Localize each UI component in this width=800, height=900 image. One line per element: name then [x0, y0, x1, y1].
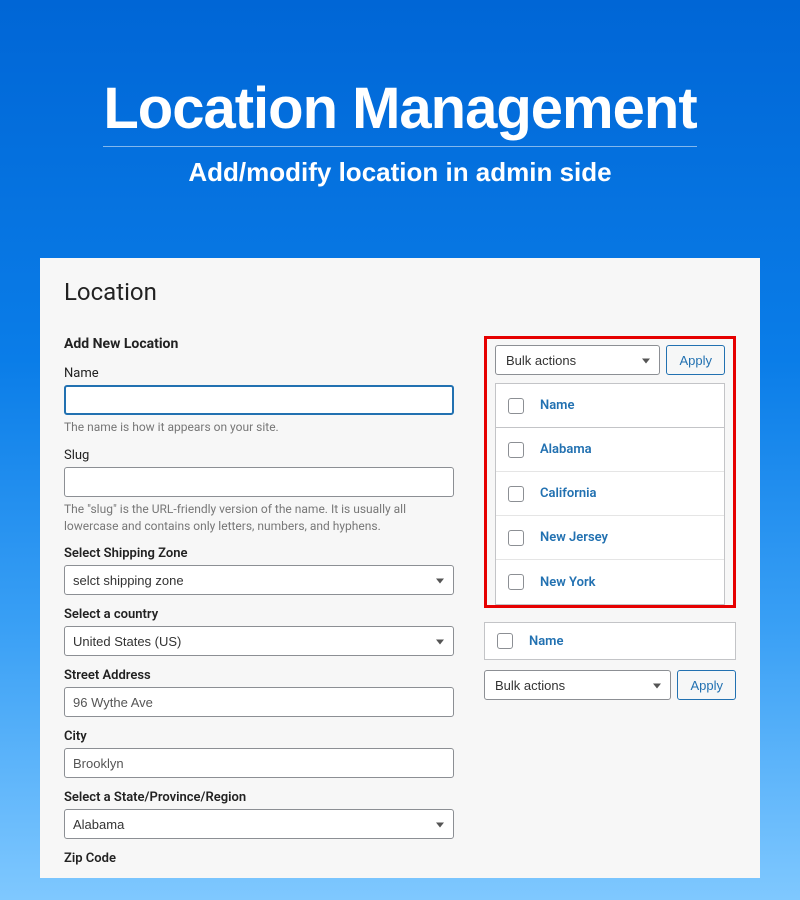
- row-name[interactable]: Alabama: [540, 442, 592, 457]
- hero-subtitle: Add/modify location in admin side: [20, 157, 780, 188]
- street-input[interactable]: [64, 687, 454, 717]
- bulk-actions-select-top[interactable]: Bulk actions: [495, 345, 660, 375]
- city-input[interactable]: [64, 748, 454, 778]
- name-help: The name is how it appears on your site.: [64, 419, 454, 436]
- apply-button-top[interactable]: Apply: [666, 345, 725, 375]
- hero-title: Location Management: [103, 75, 696, 147]
- table-row: California: [496, 472, 724, 516]
- column-footer-name[interactable]: Name: [529, 634, 563, 649]
- table-row: New York: [496, 560, 724, 604]
- row-checkbox[interactable]: [508, 530, 524, 546]
- name-input[interactable]: [64, 385, 454, 415]
- table-row: Alabama: [496, 428, 724, 472]
- city-label: City: [64, 729, 454, 744]
- locations-table: Name Alabama California New Jersey: [495, 383, 725, 605]
- table-row: New Jersey: [496, 516, 724, 560]
- row-name[interactable]: California: [540, 486, 597, 501]
- shipping-select[interactable]: selct shipping zone: [64, 565, 454, 595]
- state-label: Select a State/Province/Region: [64, 790, 454, 805]
- highlight-box: Bulk actions Apply Name Alabama: [484, 336, 736, 608]
- name-label: Name: [64, 366, 454, 381]
- form-heading: Add New Location: [64, 336, 454, 352]
- row-name[interactable]: New York: [540, 575, 596, 590]
- row-checkbox[interactable]: [508, 574, 524, 590]
- table-footer-row: Name: [484, 622, 736, 660]
- state-select[interactable]: Alabama: [64, 809, 454, 839]
- apply-button-bottom[interactable]: Apply: [677, 670, 736, 700]
- slug-input[interactable]: [64, 467, 454, 497]
- slug-label: Slug: [64, 448, 454, 463]
- row-checkbox[interactable]: [508, 442, 524, 458]
- panel-title: Location: [64, 278, 736, 306]
- country-select[interactable]: United States (US): [64, 626, 454, 656]
- shipping-label: Select Shipping Zone: [64, 546, 454, 561]
- column-header-name[interactable]: Name: [540, 398, 574, 413]
- slug-help: The "slug" is the URL-friendly version o…: [64, 501, 454, 535]
- row-checkbox[interactable]: [508, 486, 524, 502]
- bulk-actions-select-bottom[interactable]: Bulk actions: [484, 670, 671, 700]
- row-name[interactable]: New Jersey: [540, 530, 608, 545]
- admin-panel: Location Add New Location Name The name …: [40, 258, 760, 878]
- street-label: Street Address: [64, 668, 454, 683]
- zip-label: Zip Code: [64, 851, 454, 866]
- select-all-checkbox-bottom[interactable]: [497, 633, 513, 649]
- select-all-checkbox-top[interactable]: [508, 398, 524, 414]
- country-label: Select a country: [64, 607, 454, 622]
